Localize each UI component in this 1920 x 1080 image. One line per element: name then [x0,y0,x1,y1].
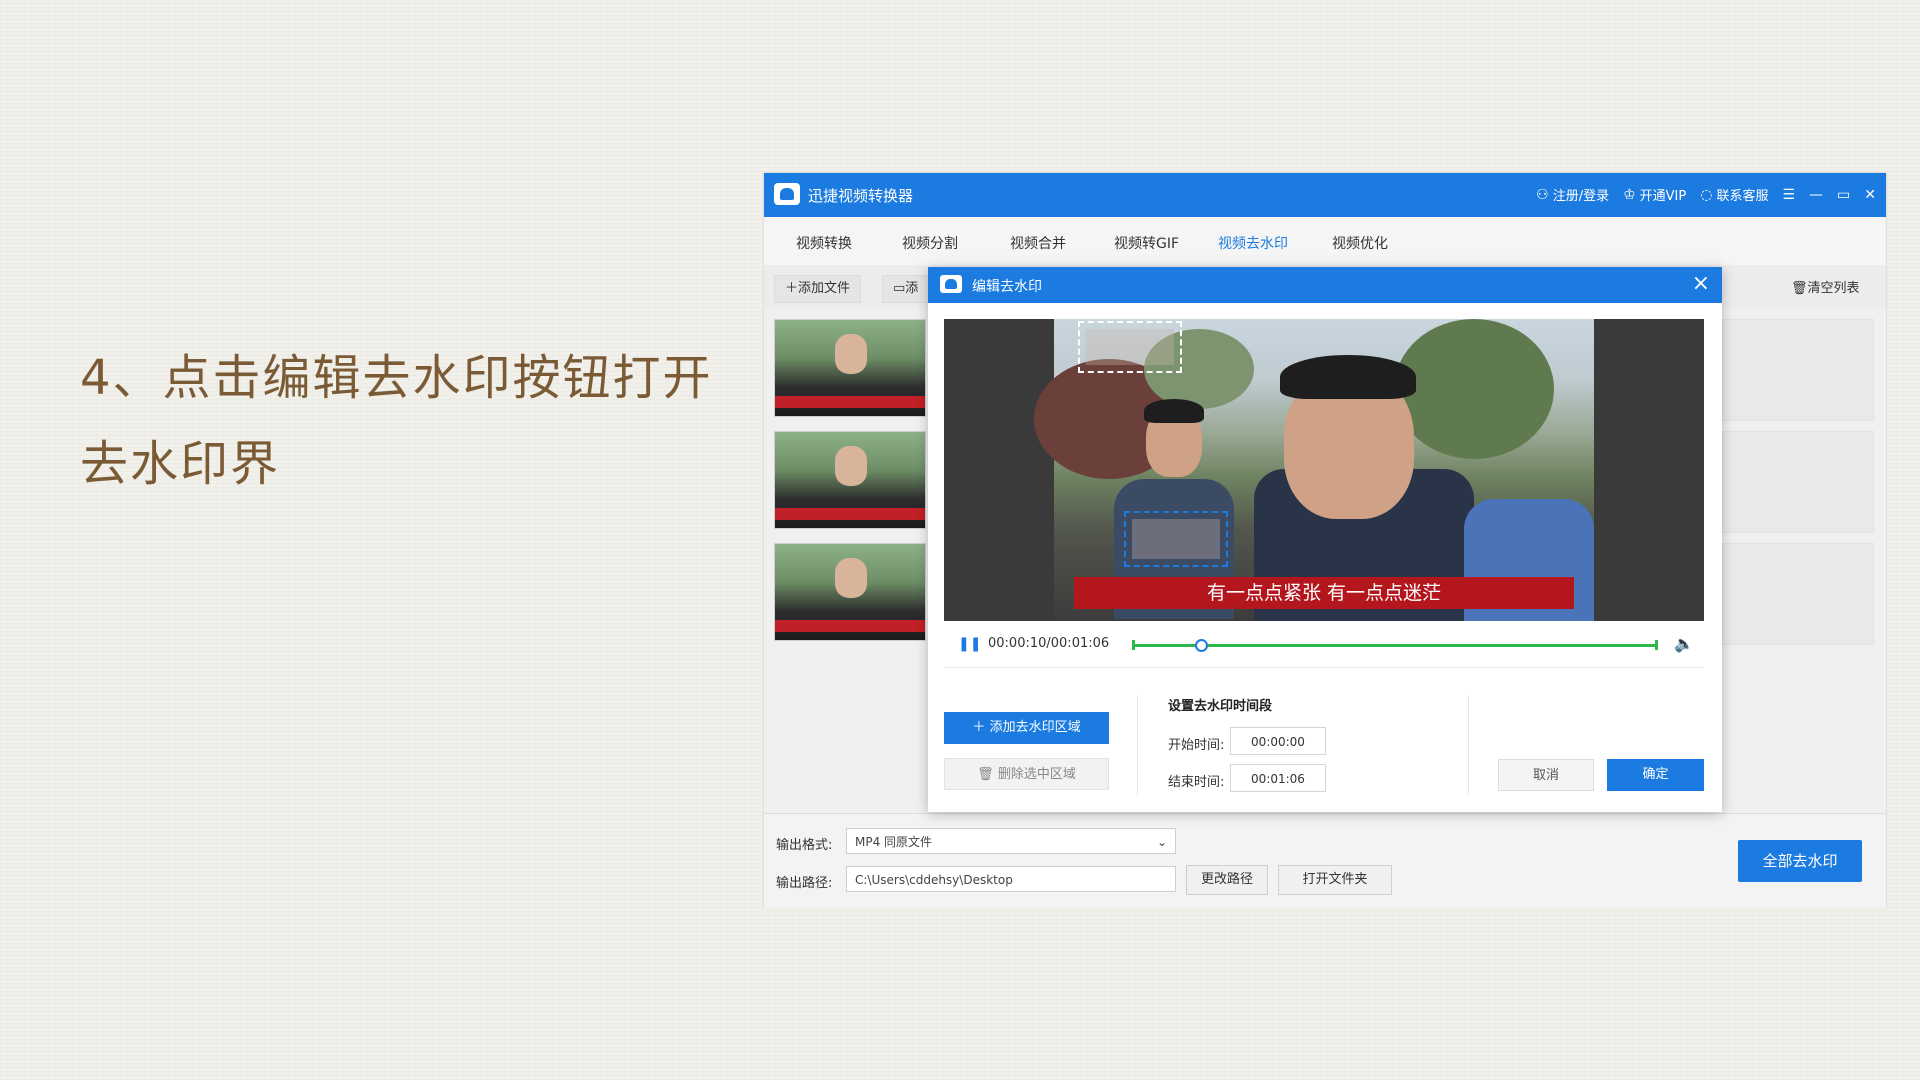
trash-icon: 🗑 [1791,281,1808,296]
slide-caption-line2: 去水印界 [80,436,281,492]
open-folder-button[interactable]: 打开文件夹 [1278,865,1392,895]
slide-caption-line1: 4、点击编辑去水印按钮打开 [80,350,713,406]
add-watermark-area-button[interactable]: ＋ 添加去水印区域 [944,712,1109,744]
chat-icon: ◌ [1700,186,1713,203]
trash-icon: 🗑 [977,767,998,782]
video-subtitle: 有一点点紧张 有一点点迷茫 [1074,577,1574,609]
add-folder-button[interactable]: ▭添 [882,275,930,303]
vip-button[interactable]: ♔ 开通VIP [1623,185,1687,205]
watermark-selection-box-active[interactable] [1124,511,1228,567]
edit-watermark-dialog: 编辑去水印 × 有一点点紧张 有一点点迷茫 ❚❚ 00:00:10/00:01:… [928,267,1722,812]
cancel-button[interactable]: 取消 [1498,759,1594,791]
add-file-label: 添加文件 [798,281,851,296]
person-hair [1280,355,1416,399]
user-icon: ⚇ [1536,186,1549,203]
app-logo-icon [774,183,800,205]
maximize-icon[interactable]: ▭ [1837,187,1850,203]
file-detail-row [1722,543,1874,645]
change-path-button[interactable]: 更改路径 [1186,865,1268,895]
divider [1468,695,1469,795]
volume-icon[interactable]: 🔈 [1674,634,1694,653]
menu-icon[interactable]: ☰ [1782,187,1795,203]
minimize-icon[interactable]: — [1809,187,1823,203]
service-label: 联系客服 [1716,189,1769,204]
crown-icon: ♔ [1623,186,1636,203]
tab-video-gif[interactable]: 视频转GIF [1114,233,1179,253]
list-item[interactable] [774,543,926,641]
watermark-mask [1132,519,1220,559]
output-settings: 输出格式: MP4 同原文件 ⌄ 输出路径: C:\Users\cddehsy\… [764,813,1886,908]
player-controls: ❚❚ 00:00:10/00:01:06 🔈 [944,623,1704,668]
end-time-label: 结束时间: [1168,775,1225,790]
add-area-label: 添加去水印区域 [989,720,1081,735]
close-icon[interactable]: × [1692,271,1710,296]
remove-all-watermark-button[interactable]: 全部去水印 [1738,840,1862,882]
clear-list-label: 清空列表 [1807,281,1860,296]
tree-shape [1394,319,1554,459]
list-item[interactable] [774,431,926,529]
output-format-select[interactable]: MP4 同原文件 ⌄ [846,828,1176,854]
app-title: 迅捷视频转换器 [808,187,914,205]
slide-caption: 4、点击编辑去水印按钮打开 去水印界 [80,335,720,507]
watermark-selection-box[interactable] [1078,321,1182,373]
file-detail-row [1722,319,1874,421]
output-path-input[interactable]: C:\Users\cddehsy\Desktop [846,866,1176,892]
end-time-input[interactable]: 00:01:06 [1230,764,1326,792]
plus-icon: ＋ [785,281,799,296]
login-button[interactable]: ⚇ 注册/登录 [1536,185,1610,205]
service-button[interactable]: ◌ 联系客服 [1700,185,1769,205]
list-item[interactable] [774,319,926,417]
time-range-title: 设置去水印时间段 [1168,699,1273,714]
progress-start-marker[interactable] [1132,640,1135,650]
close-icon[interactable]: ✕ [1864,187,1876,203]
progress-track[interactable] [1132,639,1658,652]
plus-icon: ＋ [972,720,990,735]
folder-icon: ▭ [893,281,906,296]
playback-time: 00:00:10/00:01:06 [988,636,1110,651]
person-hair [1144,399,1204,423]
add-folder-label: 添 [905,281,919,296]
tab-video-convert[interactable]: 视频转换 [796,233,852,253]
divider [1137,695,1138,795]
title-bar: 迅捷视频转换器 ⚇ 注册/登录 ♔ 开通VIP ◌ 联系客服 ☰ — ▭ ✕ [764,173,1886,217]
add-file-button[interactable]: ＋添加文件 [774,275,862,303]
tab-video-optimize[interactable]: 视频优化 [1332,233,1388,253]
pause-icon[interactable]: ❚❚ [958,636,981,652]
clear-list-button[interactable]: 🗑清空列表 [1780,275,1871,303]
tab-video-merge[interactable]: 视频合并 [1010,233,1066,253]
file-details-panel [1722,319,1874,655]
file-list [774,319,926,655]
output-format-value: MP4 同原文件 [855,835,933,849]
title-bar-controls: ⚇ 注册/登录 ♔ 开通VIP ◌ 联系客服 ☰ — ▭ ✕ [1536,185,1876,205]
output-format-label: 输出格式: [776,838,833,853]
video-preview[interactable]: 有一点点紧张 有一点点迷茫 [944,319,1704,621]
app-logo-icon [940,275,962,293]
tab-video-watermark[interactable]: 视频去水印 [1218,233,1288,253]
progress-handle[interactable] [1195,639,1209,652]
chevron-down-icon: ⌄ [1156,835,1167,849]
ok-button[interactable]: 确定 [1607,759,1704,791]
tab-bar: 视频转换 视频分割 视频合并 视频转GIF 视频去水印 视频优化 [764,217,1886,266]
vip-label: 开通VIP [1639,189,1687,204]
progress-end-marker[interactable] [1655,640,1658,650]
start-time-input[interactable]: 00:00:00 [1230,727,1326,755]
file-detail-row [1722,431,1874,533]
dialog-title-bar: 编辑去水印 × [928,267,1722,303]
start-time-label: 开始时间: [1168,738,1225,753]
tab-video-split[interactable]: 视频分割 [902,233,958,253]
watermark-mask [1086,329,1174,365]
delete-area-label: 删除选中区域 [997,767,1076,782]
login-label: 注册/登录 [1552,189,1610,204]
delete-selected-area-button[interactable]: 🗑 删除选中区域 [944,758,1109,790]
dialog-title: 编辑去水印 [972,279,1042,295]
output-path-label: 输出路径: [776,876,833,891]
